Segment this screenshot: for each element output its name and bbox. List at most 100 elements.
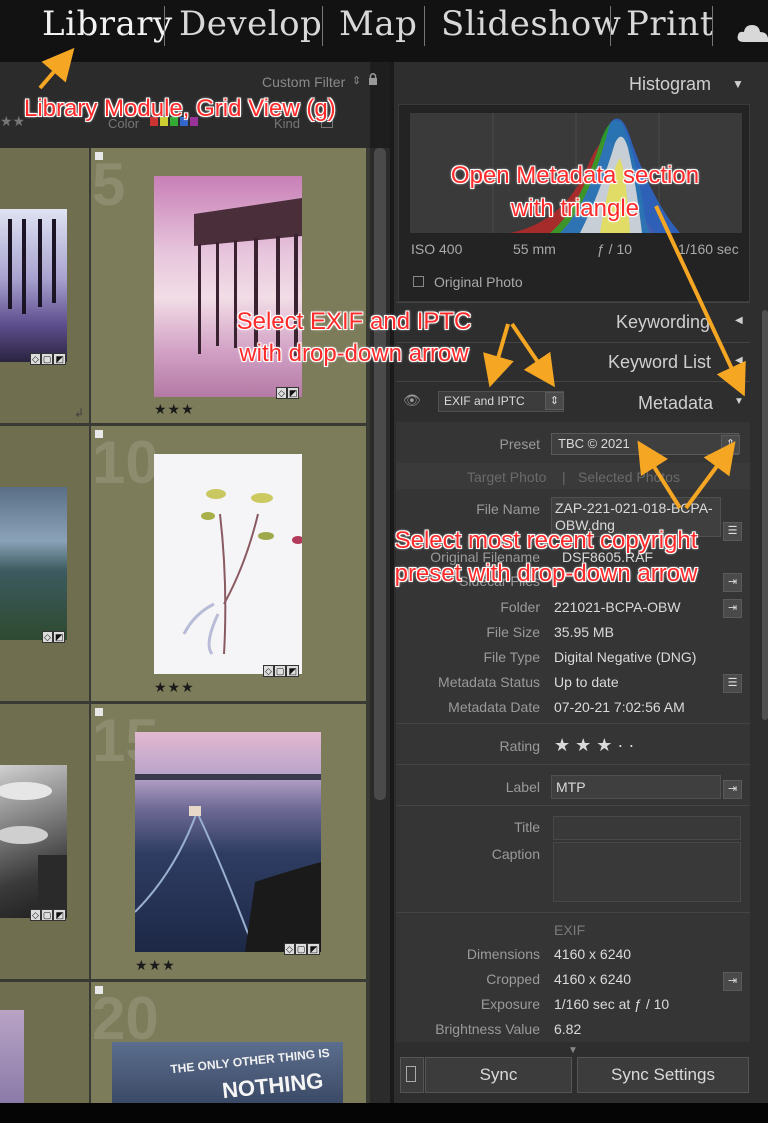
grid-scrollbar[interactable]	[370, 148, 390, 1103]
meta-label: Metadata Date	[448, 699, 540, 715]
module-library[interactable]: Library	[42, 4, 173, 44]
title-field[interactable]	[553, 816, 741, 840]
star-rating[interactable]: ★★★	[154, 401, 195, 418]
badge-icons[interactable]: ◇ ▢ ◩	[284, 939, 320, 957]
badge-icons[interactable]: ◇ ◩	[42, 627, 66, 645]
annotation-preset: preset with drop-down arrow	[394, 560, 698, 587]
go-arrow-icon[interactable]: ⇥	[723, 972, 742, 991]
filter-menu-icon[interactable]: ⇕	[352, 74, 361, 87]
histogram-aperture: ƒ / 10	[597, 241, 633, 257]
keywording-title[interactable]: Keywording	[616, 312, 710, 333]
meta-value: 35.95 MB	[554, 624, 614, 640]
rating-label: Rating	[499, 738, 540, 754]
collapse-triangle-icon[interactable]: ◀	[735, 355, 743, 366]
meta-label: Cropped	[486, 971, 540, 987]
annotation-exif-iptc: Select EXIF and IPTC	[236, 308, 472, 335]
collapse-triangle-icon[interactable]: ◀	[735, 315, 743, 326]
badge-icons[interactable]: ◇ ▢ ◩	[263, 661, 299, 679]
custom-filter-label[interactable]: Custom Filter	[262, 74, 345, 90]
meta-value: 6.82	[554, 1021, 582, 1037]
module-separator	[610, 6, 611, 46]
module-separator	[164, 6, 165, 46]
switch-icon	[406, 1066, 416, 1082]
lock-icon[interactable]	[368, 72, 378, 86]
annotation-metadata: Open Metadata section	[450, 162, 700, 189]
meta-label: Dimensions	[466, 946, 540, 962]
photo-thumbnail[interactable]	[154, 454, 304, 674]
sync-button[interactable]: Sync	[425, 1057, 572, 1093]
section-separator	[396, 764, 750, 765]
module-slideshow[interactable]: Slideshow	[441, 4, 621, 44]
panel-end-mark-icon: ▼	[568, 1045, 578, 1056]
meta-label: Exposure	[480, 996, 540, 1012]
dropdown-arrow-icon[interactable]: ⇕	[545, 392, 564, 410]
flag-icon[interactable]	[95, 708, 103, 716]
annotation-preset: Select most recent copyright	[394, 527, 698, 554]
photo-thumbnail[interactable]	[0, 209, 67, 362]
list-icon[interactable]: ☰	[723, 522, 742, 541]
go-arrow-icon[interactable]: ⇥	[723, 780, 742, 799]
section-separator	[396, 723, 750, 724]
target-toggle-bar	[396, 463, 750, 489]
expand-triangle-icon[interactable]: ▼	[734, 396, 744, 407]
panel-separator	[396, 302, 750, 303]
meta-value: 07-20-21 7:02:56 AM	[554, 699, 685, 715]
histogram-title[interactable]: Histogram	[629, 74, 711, 95]
target-photo-toggle[interactable]: Target Photo	[467, 469, 546, 485]
module-develop[interactable]: Develop	[179, 4, 322, 44]
histogram-iso: ISO 400	[411, 241, 463, 257]
meta-value: 221021-BCPA-OBW	[554, 599, 681, 615]
flag-icon[interactable]	[95, 152, 103, 160]
panel-scrollbar[interactable]	[762, 310, 768, 720]
cell-index-number: 5	[92, 151, 126, 218]
meta-value: 4160 x 6240	[554, 971, 632, 987]
panel-separator	[396, 381, 750, 382]
keyword-list-title[interactable]: Keyword List	[608, 352, 711, 373]
star-rating[interactable]: ★★★	[135, 957, 176, 974]
metadata-title[interactable]: Metadata	[638, 393, 713, 414]
rotate-icon[interactable]: ↲	[74, 406, 84, 420]
meta-label: File Name	[476, 501, 540, 517]
module-separator	[712, 6, 713, 46]
list-icon[interactable]: ☰	[723, 674, 742, 693]
photo-thumbnail[interactable]	[0, 487, 67, 640]
flag-icon[interactable]	[95, 986, 103, 994]
collapse-triangle-icon[interactable]: ▼	[732, 77, 744, 91]
histogram-focal-length: 55 mm	[513, 241, 556, 257]
badge-icons[interactable]: ◇ ◩	[276, 383, 300, 401]
scrollbar-thumb[interactable]	[374, 148, 386, 800]
photo-thumbnail[interactable]	[134, 732, 321, 953]
histogram-shutter: 1/160 sec	[678, 241, 739, 257]
flag-icon[interactable]	[95, 430, 103, 438]
exif-header: EXIF	[554, 922, 586, 938]
caption-label: Caption	[491, 846, 540, 862]
label-value: MTP	[556, 779, 586, 795]
module-print[interactable]: Print	[626, 4, 714, 44]
caption-field[interactable]	[553, 842, 741, 902]
rating-stars[interactable]: ★ ★ ★ · ·	[554, 735, 634, 756]
selected-photos-toggle[interactable]: Selected Photos	[578, 469, 680, 485]
cell-index-number: 10	[92, 429, 159, 496]
meta-value: Digital Negative (DNG)	[554, 649, 697, 665]
eye-icon[interactable]: 👁	[403, 392, 421, 409]
section-separator	[396, 912, 750, 913]
module-map[interactable]: Map	[339, 4, 417, 44]
original-photo-checkbox[interactable]	[413, 276, 424, 287]
label-label: Label	[505, 779, 540, 795]
photo-thumbnail[interactable]	[0, 1010, 24, 1103]
annotation-library: Library Module, Grid View (g)	[24, 95, 336, 122]
badge-icons[interactable]: ◇ ▢ ◩	[30, 349, 66, 367]
annotation-exif-iptc: with drop-down arrow	[239, 340, 469, 367]
dropdown-arrow-icon[interactable]: ⇕	[721, 435, 740, 454]
badge-icons[interactable]: ◇ ▢ ◩	[30, 905, 66, 923]
cloud-icon[interactable]	[736, 22, 768, 44]
bottom-filmstrip-edge	[0, 1103, 768, 1123]
metadata-view-select-label: EXIF and IPTC	[444, 394, 525, 408]
sync-settings-button[interactable]: Sync Settings	[577, 1057, 749, 1093]
go-arrow-icon[interactable]: ⇥	[723, 599, 742, 618]
star-rating[interactable]: ★★★	[154, 679, 195, 696]
rating-filter-stars[interactable]: ★★	[0, 113, 25, 130]
photo-thumbnail[interactable]	[0, 765, 67, 918]
go-arrow-icon[interactable]: ⇥	[723, 573, 742, 592]
annotation-metadata: with triangle	[510, 195, 640, 222]
